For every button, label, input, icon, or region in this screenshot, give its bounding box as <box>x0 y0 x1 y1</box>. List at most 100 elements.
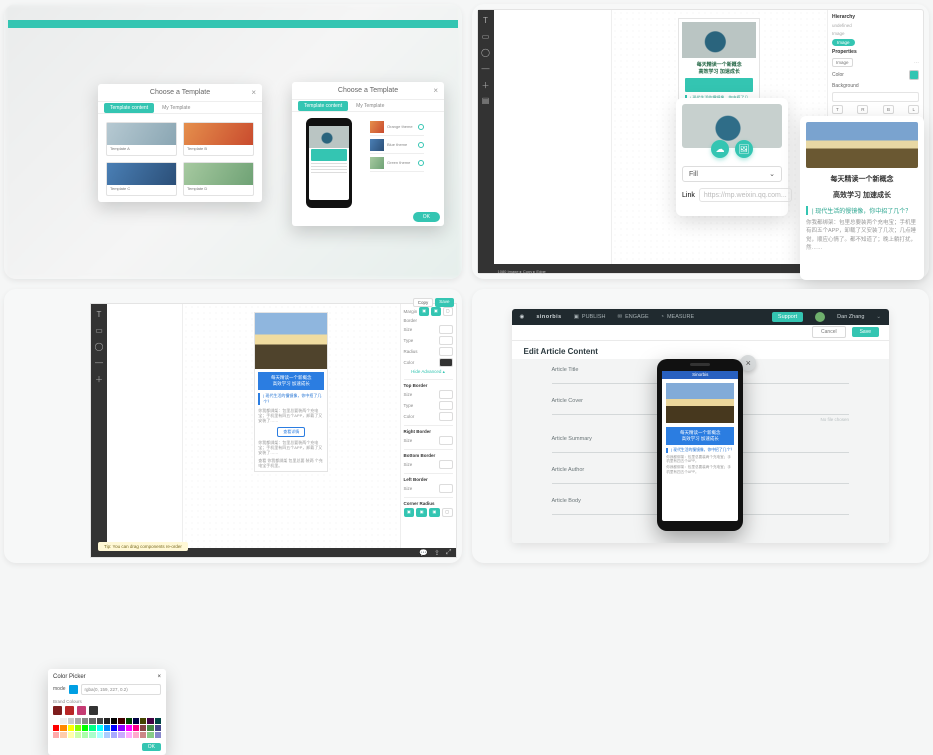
inspector-section-properties: Properties <box>832 49 919 55</box>
save-button[interactable]: Save <box>435 298 453 307</box>
radio-icon[interactable] <box>418 124 424 130</box>
modal-title: Choose a Template <box>98 84 262 102</box>
nav-measure[interactable]: ◔MEASURE <box>661 314 695 320</box>
color-swatch[interactable] <box>909 70 919 80</box>
section-tool-icon[interactable]: ▤ <box>481 96 491 106</box>
corner-toggle[interactable]: ▣ <box>416 508 427 517</box>
hierarchy-item[interactable]: Image <box>832 31 845 36</box>
close-icon[interactable]: × <box>433 86 438 95</box>
upload-image-button[interactable]: ☁ <box>711 140 729 158</box>
fit-select[interactable]: Fill ⌄ <box>682 166 782 182</box>
expand-icon[interactable]: ⤢ <box>446 549 452 557</box>
hide-advanced-toggle[interactable]: Hide Advanced ▴ <box>404 369 453 375</box>
shape-tool-icon[interactable]: ◯ <box>481 48 491 58</box>
phone-screen <box>309 126 349 200</box>
image-tool-icon[interactable]: ▭ <box>94 326 104 336</box>
type-input[interactable] <box>439 336 453 345</box>
text-tool-icon[interactable]: T <box>481 16 491 26</box>
tab-my-template[interactable]: My Template <box>156 103 196 113</box>
footer-hint: 1080 Image ▸ Copy ▸ Edge <box>498 269 546 274</box>
property-input[interactable] <box>832 92 919 102</box>
template-card[interactable]: Template C <box>106 162 177 196</box>
brand-swatch[interactable] <box>65 706 74 715</box>
tab-my-template[interactable]: My Template <box>350 101 390 111</box>
engage-icon: ✉ <box>617 314 622 320</box>
rb-size: Size <box>404 438 413 443</box>
confirm-button[interactable]: OK <box>413 212 440 222</box>
tab-template-content[interactable]: Template content <box>298 101 348 111</box>
preview-title-band: 每天精读一个新概念 高效学习 加速成长 <box>258 372 324 390</box>
sidelist-item[interactable]: Green theme <box>370 154 424 172</box>
nav-publish[interactable]: ▣PUBLISH <box>574 314 606 320</box>
ok-button[interactable]: OK <box>142 743 161 751</box>
plus-icon[interactable]: ＋ <box>94 374 104 384</box>
close-icon[interactable]: × <box>157 674 161 680</box>
editor-panel-b: T ▭ ◯ — ＋ 每天精读一个新概念 高效学习 加速成长 | 现代生活的慢镜像… <box>4 289 462 564</box>
chat-icon[interactable]: 💬 <box>419 549 428 557</box>
rb-size-input[interactable] <box>439 436 453 445</box>
link-input[interactable]: https://mp.weixin.qq.com... <box>699 188 792 202</box>
brand-swatch[interactable] <box>53 706 62 715</box>
sidelist-item[interactable]: Orange theme <box>370 118 424 136</box>
hierarchy-item[interactable]: undefined <box>832 23 852 28</box>
close-icon[interactable]: × <box>251 88 256 97</box>
line-tool-icon[interactable]: — <box>481 64 491 74</box>
sidelist-thumb <box>370 139 384 151</box>
brand-swatch[interactable] <box>77 706 86 715</box>
tab-template-content[interactable]: Template content <box>104 103 154 113</box>
color-value-input[interactable]: rgba(0, 159, 227, 0.2) <box>81 684 161 695</box>
tb-type-input[interactable] <box>439 401 453 410</box>
fit-value: Fill <box>689 171 698 178</box>
padding-r-icon[interactable]: R <box>857 105 868 114</box>
tb-size-input[interactable] <box>439 390 453 399</box>
upload-icon[interactable]: ⇪ <box>434 549 440 557</box>
template-card[interactable]: Template A <box>106 122 177 156</box>
radius-input[interactable] <box>439 347 453 356</box>
sidelist-item[interactable]: Blue theme <box>370 136 424 154</box>
color-input[interactable] <box>439 358 453 367</box>
prop-type: Type <box>404 338 414 343</box>
pick-image-button[interactable]: 🖼 <box>735 140 753 158</box>
bb-size-input[interactable] <box>439 460 453 469</box>
text-tool-icon[interactable]: T <box>94 310 104 320</box>
avatar[interactable] <box>815 312 825 322</box>
corner-toggle[interactable]: ▣ <box>404 508 415 517</box>
image-tool-icon[interactable]: ▭ <box>481 32 491 42</box>
preview-text-line <box>311 172 347 173</box>
radio-icon[interactable] <box>418 160 424 166</box>
tag-input[interactable]: Image <box>832 58 853 67</box>
padding-l-icon[interactable]: L <box>908 105 919 114</box>
lb-size-input[interactable] <box>439 484 453 493</box>
phone-preview <box>306 118 352 208</box>
padding-b-icon[interactable]: B <box>883 105 894 114</box>
inspector: Margin ▣▣▢ Border Size Type Radius Color… <box>400 304 456 558</box>
canvas[interactable]: 每天精读一个新概念 高效学习 加速成长 | 现代生活的慢镜像，你中招了几个？ 你… <box>183 304 400 558</box>
radio-icon[interactable] <box>418 142 424 148</box>
corner-toggle[interactable]: ▣ <box>429 508 440 517</box>
corner-toggle[interactable]: ▢ <box>442 508 453 517</box>
hierarchy-pill[interactable]: Image <box>832 39 855 46</box>
preview-title: 每天精读一个新概念 <box>682 61 756 68</box>
line-tool-icon[interactable]: — <box>94 358 104 368</box>
nav-engage[interactable]: ✉ENGAGE <box>617 314 648 320</box>
copy-button[interactable]: Copy <box>413 298 434 307</box>
plus-icon[interactable]: ＋ <box>481 80 491 90</box>
cta-button[interactable]: 查看详情 <box>277 427 305 437</box>
template-card[interactable]: Template B <box>183 122 254 156</box>
support-button[interactable]: Support <box>772 312 803 322</box>
size-input[interactable] <box>439 325 453 334</box>
phone-preview-overlay: Sinorbis 每天精读一个新概念 高效学习 加速成长 | 现代生活的慢镜像，… <box>657 359 743 531</box>
left-rail <box>494 10 612 273</box>
brand-swatch[interactable] <box>89 706 98 715</box>
padding-t-icon[interactable]: T <box>832 105 843 114</box>
chevron-down-icon[interactable]: ⌄ <box>876 314 881 320</box>
bb-size: Size <box>404 462 413 467</box>
template-card[interactable]: Template D <box>183 162 254 196</box>
brand-logo[interactable]: ◉ <box>520 314 525 320</box>
tb-color-input[interactable] <box>439 412 453 421</box>
shape-tool-icon[interactable]: ◯ <box>94 342 104 352</box>
cancel-button[interactable]: Cancel <box>812 326 846 338</box>
accent-strip <box>8 20 458 28</box>
tb-color: Color <box>404 414 415 419</box>
save-button[interactable]: Save <box>852 327 879 337</box>
